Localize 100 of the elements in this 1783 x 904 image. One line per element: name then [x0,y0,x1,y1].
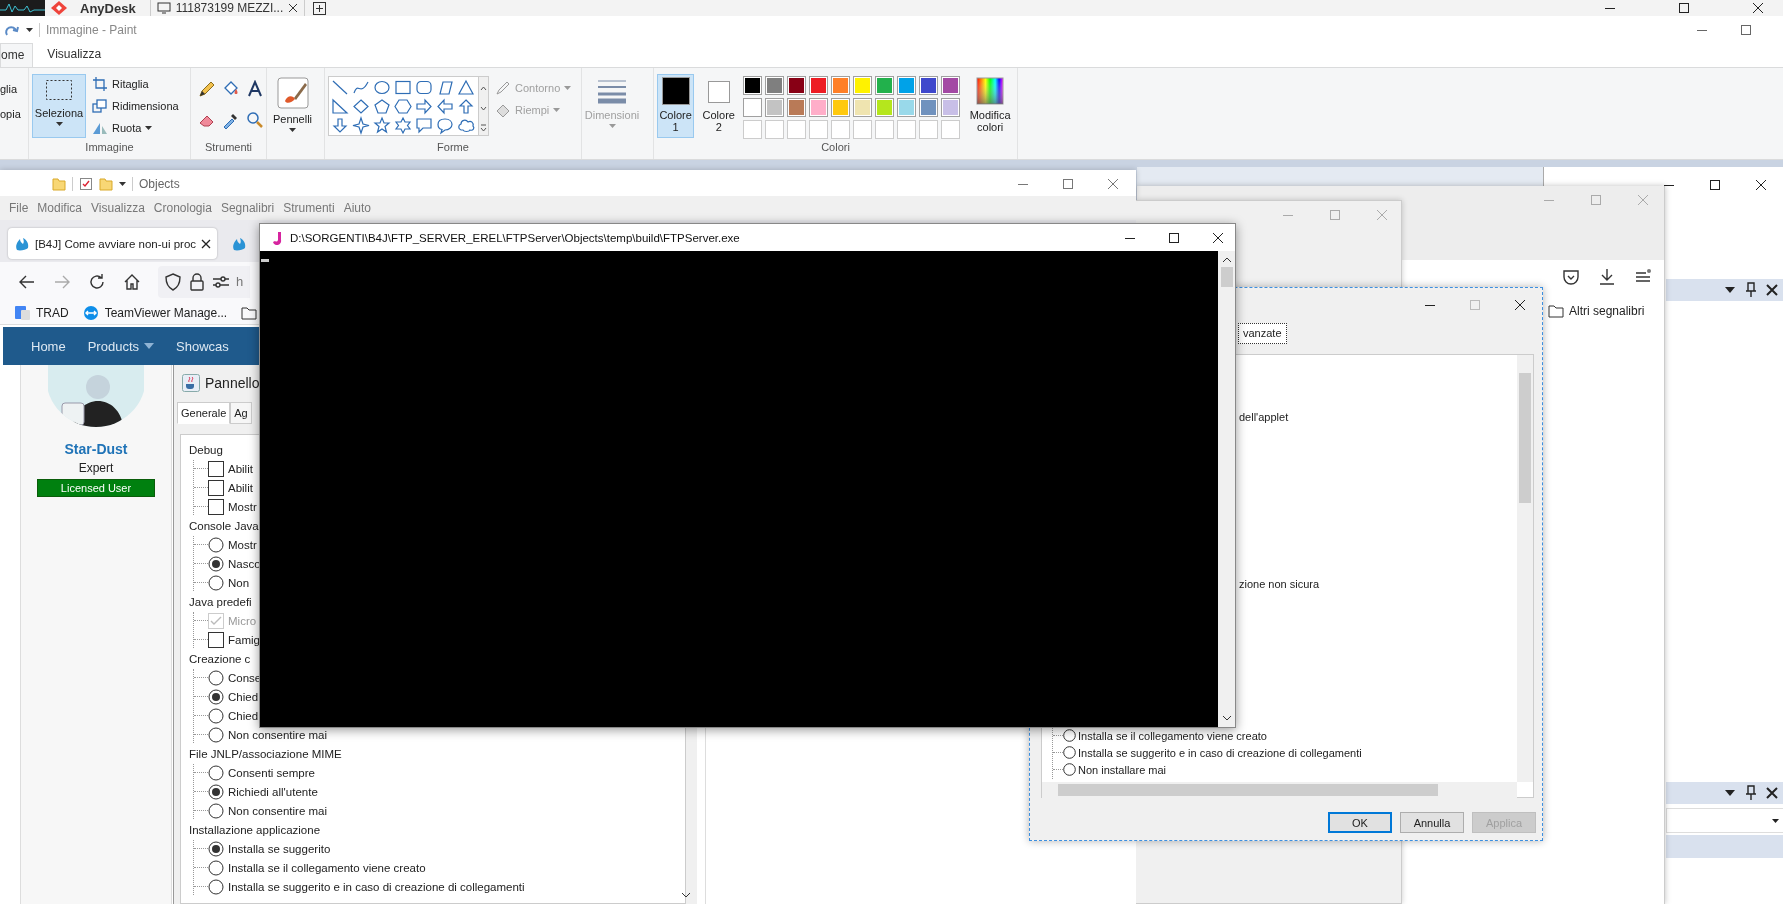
selected-radio-button[interactable] [208,783,224,800]
option-label[interactable]: Chied [228,709,259,722]
folder-icon[interactable] [241,305,258,320]
radio-button[interactable] [208,669,224,686]
edit-colors-button[interactable]: Modifica colori [966,74,1014,138]
option-label[interactable]: Mostr [228,538,257,551]
tab[interactable]: vanzate [1238,323,1287,344]
radio-button[interactable] [208,536,224,553]
color-swatch[interactable] [765,76,785,95]
pin-icon[interactable] [1745,785,1757,801]
user-name[interactable]: Star-Dust [64,441,128,457]
empty-color-slot[interactable] [941,120,961,139]
color-swatch[interactable] [897,98,917,117]
maximize-icon[interactable] [1708,179,1722,191]
nav-link[interactable]: Home [31,338,66,354]
option-label[interactable]: Chied [228,690,259,703]
color-swatch[interactable] [919,98,939,117]
menu-item[interactable]: File [9,200,29,215]
vertical-scrollbar[interactable] [1517,355,1533,782]
empty-color-slot[interactable] [765,120,785,139]
radio-button[interactable] [1063,746,1076,759]
shape-gallery[interactable] [328,76,489,136]
scroll-thumb[interactable] [1058,784,1438,796]
dialog-button[interactable]: Annulla [1400,812,1464,833]
color-swatch[interactable] [831,98,851,117]
menu-item[interactable]: Modifica [37,200,83,215]
ribbon-command[interactable]: Ruota [92,118,179,137]
option-label[interactable]: Consenti sempre [228,766,315,779]
ribbon-tab[interactable]: ome [0,43,34,67]
dropdown-arrow-icon[interactable] [1724,286,1736,294]
option-label[interactable]: Installa se suggerito [228,842,331,855]
ribbon-command[interactable]: glia [0,78,21,100]
close-icon[interactable] [1754,179,1768,191]
reload-icon[interactable] [88,272,106,291]
empty-color-slot[interactable] [809,120,829,139]
menu-item[interactable]: Strumenti [283,200,335,215]
close-icon[interactable] [1211,231,1225,244]
ribbon-command[interactable]: opia [0,103,21,125]
tab[interactable]: Generale [177,402,231,424]
color-swatch[interactable] [765,98,785,117]
nav-link[interactable]: Products [87,338,154,354]
select-button[interactable]: Seleziona [32,74,86,138]
selected-radio-button[interactable] [208,840,224,857]
menu-item[interactable]: Cronologia [153,200,212,215]
color-swatch[interactable] [853,76,873,95]
color-swatch[interactable] [809,98,829,117]
selected-radio-button[interactable] [208,688,224,705]
checkbox[interactable] [208,498,224,515]
option-label[interactable]: Mostr [228,500,257,513]
scroll-thumb[interactable] [1220,267,1233,287]
nav-link[interactable]: Showcas [176,338,229,354]
menu-item[interactable]: Visualizza [91,200,145,215]
radio-button[interactable] [208,764,224,781]
radio-button[interactable] [208,878,224,895]
checkbox[interactable] [208,460,224,477]
option-label[interactable]: Abilit [228,462,253,475]
empty-color-slot[interactable] [787,120,807,139]
close-icon[interactable] [201,238,212,249]
download-icon[interactable] [1598,268,1616,286]
pin-icon[interactable] [1745,282,1757,298]
pencil-icon[interactable] [198,80,216,98]
option-label[interactable]: Famig [228,633,260,646]
color-swatch[interactable] [897,76,917,95]
pocket-icon[interactable] [1562,268,1580,286]
radio-button[interactable] [208,574,224,591]
flame-icon[interactable] [231,236,248,253]
ribbon-tab[interactable]: Visualizza [33,43,116,67]
brushes-button[interactable]: Pennelli [270,74,315,138]
horizontal-scrollbar[interactable] [1042,782,1517,798]
menu-item[interactable]: Segnalibri [220,200,275,215]
empty-color-slot[interactable] [897,120,917,139]
radio-button[interactable] [208,707,224,724]
home-icon[interactable] [123,272,141,291]
scroll-thumb[interactable] [1519,373,1531,503]
color-swatch[interactable] [809,76,829,95]
browser-tab[interactable]: [B4J] Come avviare non-ui proc [8,228,218,260]
bookmark-folder[interactable]: Altri segnalibri [1548,304,1645,318]
menu-item[interactable]: Aiuto [343,200,371,215]
option-label[interactable]: Non installare mai [1078,763,1167,776]
color-swatch[interactable] [743,98,763,117]
radio-button[interactable] [208,859,224,876]
checkbox[interactable] [208,631,224,648]
radio-button[interactable] [208,802,224,819]
radio-button[interactable] [1063,763,1076,776]
option-label[interactable]: Installa se il collegamento viene creato [1078,729,1267,742]
color-swatch[interactable] [875,98,895,117]
vertical-scrollbar[interactable] [1218,251,1235,727]
close-icon[interactable] [1751,2,1765,14]
empty-color-slot[interactable] [875,120,895,139]
text-tool-icon[interactable] [246,80,264,98]
color-swatch[interactable] [853,98,873,117]
color-button[interactable]: Colore 2 [700,74,738,138]
dropdown-arrow-icon[interactable] [1724,789,1736,797]
maximize-icon[interactable] [1677,2,1691,14]
color-swatch[interactable] [919,76,939,95]
ribbon-command[interactable]: Ridimensiona [92,96,179,115]
address-field[interactable]: h [158,265,250,298]
color-button[interactable]: Colore 1 [657,74,695,138]
close-icon[interactable] [1766,284,1778,296]
radio-button[interactable] [1063,729,1076,742]
